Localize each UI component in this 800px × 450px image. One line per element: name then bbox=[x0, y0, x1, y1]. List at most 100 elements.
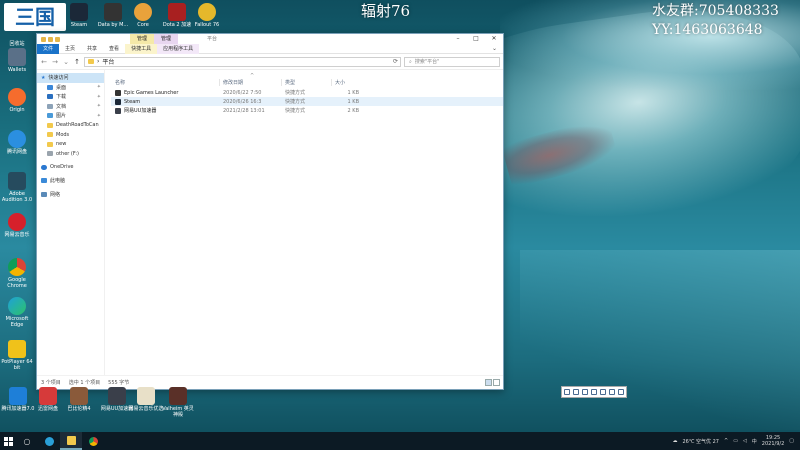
desktop-icon-dota2[interactable]: Dota 2 加速 bbox=[160, 3, 194, 28]
up-arrow-icon[interactable]: ↑ bbox=[73, 58, 81, 66]
cloud-icon bbox=[8, 130, 26, 148]
desktop-icon-steam[interactable]: Steam bbox=[62, 3, 96, 28]
toolbar-icon[interactable] bbox=[581, 389, 588, 395]
ribbon-tab-share[interactable]: 共享 bbox=[81, 44, 103, 54]
quick-access-toolbar[interactable] bbox=[41, 36, 60, 42]
weather-icon[interactable]: ☁ bbox=[672, 438, 677, 444]
folder-icon[interactable] bbox=[41, 36, 46, 42]
clock[interactable]: 19:25 2021/9/2 bbox=[762, 435, 784, 447]
desktop-icon-recycle-bin[interactable]: 回收站 bbox=[0, 22, 34, 47]
forward-arrow-icon[interactable]: → bbox=[51, 58, 59, 66]
column-header-size[interactable]: 大小 bbox=[331, 79, 363, 86]
desktop-icon-core[interactable]: Core bbox=[126, 3, 160, 28]
ribbon-tab-file[interactable]: 文件 bbox=[37, 43, 60, 54]
ribbon-tab-shortcut-tools[interactable]: 快捷工具 bbox=[125, 43, 158, 54]
nav-network[interactable]: 网络 bbox=[37, 190, 104, 200]
recent-chevron-icon[interactable]: ⌄ bbox=[62, 58, 70, 66]
toolbar-icon[interactable] bbox=[618, 389, 625, 395]
context-tab-manage-app[interactable]: 管理 bbox=[154, 34, 179, 44]
folder-icon bbox=[47, 122, 53, 128]
status-selected: 选中 1 个项目 bbox=[68, 379, 101, 386]
nav-quick-access[interactable]: ★ 快速访问 bbox=[37, 73, 104, 83]
expand-ribbon-icon[interactable]: ⌄ bbox=[492, 45, 497, 52]
tray-chevron-icon[interactable]: ^ bbox=[724, 438, 728, 444]
taskbar-edge[interactable] bbox=[38, 432, 60, 450]
taskbar-file-explorer[interactable] bbox=[60, 432, 82, 450]
breadcrumb[interactable]: 平台 bbox=[102, 57, 114, 66]
ribbon-tabs: 文件 主页 共享 查看 快捷工具 应用程序工具 ⌄ bbox=[37, 43, 503, 54]
file-explorer-window[interactable]: 管理 管理 平台 – □ ✕ 文件 主页 共享 查看 快捷工具 应用程序工具 ⌄… bbox=[36, 33, 504, 390]
search-button[interactable]: ○ bbox=[16, 432, 38, 450]
ime-icon[interactable]: 中 bbox=[752, 438, 757, 445]
column-header-type[interactable]: 类型 bbox=[281, 79, 331, 86]
desktop-icon-potplayer[interactable]: PotPlayer 64 bit bbox=[0, 340, 34, 371]
audition-icon bbox=[8, 172, 26, 190]
refresh-icon[interactable]: ⟳ bbox=[393, 58, 398, 65]
nav-item-pictures[interactable]: 图片 ✦ bbox=[37, 111, 104, 121]
search-input[interactable]: ⌕ 搜索"平台" bbox=[404, 56, 500, 67]
minimize-button[interactable]: – bbox=[449, 34, 467, 44]
column-header-name[interactable]: 名称 bbox=[111, 79, 219, 86]
toolbar-icon[interactable] bbox=[563, 389, 570, 395]
nav-this-pc[interactable]: 此电脑 bbox=[37, 176, 104, 186]
document-icon bbox=[47, 103, 53, 109]
file-row-steam[interactable]: Steam 2020/6/26 16:3 快捷方式 1 KB bbox=[111, 97, 503, 106]
title-bar[interactable]: 管理 管理 平台 – □ ✕ bbox=[37, 34, 503, 44]
taskbar-chrome[interactable] bbox=[82, 432, 104, 450]
address-bar[interactable]: › 平台 ⟳ bbox=[84, 56, 401, 67]
volume-icon[interactable]: ◁ bbox=[743, 438, 747, 444]
nav-onedrive[interactable]: OneDrive bbox=[37, 163, 104, 173]
desktop-icon-valheim[interactable]: Valheim 英灵神殿 bbox=[160, 387, 196, 418]
desktop-icon-audition[interactable]: Adobe Audition 3.0 bbox=[0, 172, 34, 203]
close-button[interactable]: ✕ bbox=[485, 34, 503, 44]
ribbon-tab-app-tools[interactable]: 应用程序工具 bbox=[157, 43, 200, 54]
desktop-icon-netease-music[interactable]: 网易云音乐 bbox=[0, 213, 34, 238]
toolbar-icon[interactable] bbox=[572, 389, 579, 395]
desktop-icon-edge[interactable]: Microsoft Edge bbox=[0, 297, 34, 328]
cloud-icon bbox=[41, 164, 47, 170]
desktop-folder-icon bbox=[47, 84, 53, 90]
ribbon-tab-view[interactable]: 查看 bbox=[103, 44, 125, 54]
large-icons-view-icon[interactable] bbox=[493, 378, 500, 386]
shortcut-icon bbox=[115, 89, 121, 96]
nav-item-downloads[interactable]: 下载 ✦ bbox=[37, 92, 104, 102]
nav-item-new[interactable]: new bbox=[37, 140, 104, 150]
desktop-icon-chrome[interactable]: Google Chrome bbox=[0, 258, 34, 289]
ribbon-tab-home[interactable]: 主页 bbox=[59, 44, 81, 54]
nav-item-mods[interactable]: Mods bbox=[37, 130, 104, 140]
desktop-icon-netease-music-select[interactable]: 网易云音乐优选 bbox=[128, 387, 164, 412]
file-row-uu-accelerator[interactable]: 网易UU加速器 2021/2/28 13:01 快捷方式 2 KB bbox=[111, 106, 503, 115]
context-tab-manage-shortcut[interactable]: 管理 bbox=[130, 34, 155, 44]
core-icon bbox=[134, 3, 152, 21]
desktop-icon-data[interactable]: Data by M... bbox=[96, 3, 130, 28]
back-arrow-icon[interactable]: ← bbox=[40, 58, 48, 66]
toolbar-icon[interactable] bbox=[590, 389, 597, 395]
file-row-epic[interactable]: Epic Games Launcher 2020/6/22 7:50 快捷方式 … bbox=[111, 88, 503, 97]
nav-item-desktop[interactable]: 桌面 ✦ bbox=[37, 83, 104, 93]
maximize-button[interactable]: □ bbox=[467, 34, 485, 44]
folder-icon[interactable] bbox=[55, 36, 60, 42]
breadcrumb-separator: › bbox=[97, 58, 100, 65]
folder-icon[interactable] bbox=[48, 36, 53, 42]
toolbar-icon[interactable] bbox=[609, 389, 616, 395]
folder-icon bbox=[88, 59, 94, 64]
weather-text[interactable]: 26℃ 空气优 27 bbox=[682, 438, 719, 445]
nav-item-deathroad[interactable]: DeathRoadToCan bbox=[37, 121, 104, 131]
desktop-icon-fallout76[interactable]: Fallout 76 bbox=[190, 3, 224, 28]
valheim-icon bbox=[169, 387, 187, 405]
toolbar-icon[interactable] bbox=[600, 389, 607, 395]
desktop-icon-tencent-drive[interactable]: 腾讯网盘 bbox=[0, 130, 34, 155]
search-icon: ⌕ bbox=[409, 58, 412, 65]
desktop-icon-origin[interactable]: Origin bbox=[0, 88, 34, 113]
notification-icon[interactable]: ▢ bbox=[789, 438, 794, 444]
nav-item-documents[interactable]: 文档 ✦ bbox=[37, 102, 104, 112]
floating-toolbar[interactable] bbox=[561, 386, 627, 398]
column-header-date[interactable]: 修改日期 bbox=[219, 79, 281, 86]
nav-item-other-drive[interactable]: other (F:) bbox=[37, 149, 104, 159]
network-icon[interactable]: ▭ bbox=[733, 438, 738, 444]
wallets-icon bbox=[8, 48, 26, 66]
desktop-icon-wallets[interactable]: Wallets bbox=[0, 48, 34, 73]
desktop-icon-babylon[interactable]: 巴比伦精4 bbox=[61, 387, 97, 412]
start-button[interactable] bbox=[0, 432, 16, 450]
details-view-icon[interactable] bbox=[485, 378, 492, 386]
